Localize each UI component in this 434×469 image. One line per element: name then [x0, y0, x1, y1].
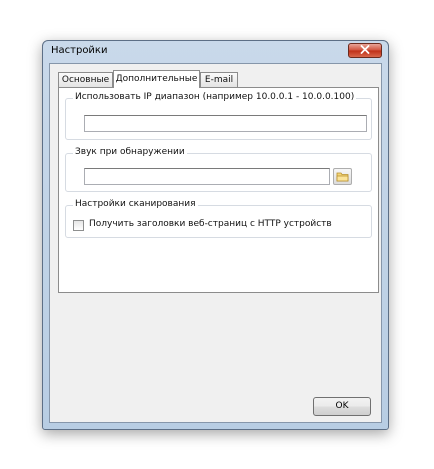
sound-label: Звук при обнаружении: [73, 147, 187, 157]
scan-settings-group: Настройки сканирования Получить заголовк…: [65, 199, 372, 238]
tab-basic[interactable]: Основные: [58, 72, 113, 87]
sound-file-input[interactable]: [84, 168, 330, 185]
sound-group: Звук при обнаружении: [65, 147, 372, 192]
tab-email[interactable]: E-mail: [200, 72, 238, 87]
window-title: Настройки: [51, 45, 108, 56]
advanced-tab-panel: Использовать IP диапазон (например 10.0.…: [58, 87, 379, 293]
ok-button[interactable]: OK: [313, 397, 371, 416]
settings-dialog: Настройки Основные Дополнительные E-mail…: [42, 40, 389, 430]
browse-sound-button[interactable]: [333, 168, 352, 185]
dialog-client-area: Основные Дополнительные E-mail Использов…: [49, 63, 382, 423]
folder-icon: [334, 172, 351, 187]
scan-settings-label: Настройки сканирования: [73, 199, 198, 209]
close-icon: [360, 44, 370, 57]
ip-range-label: Использовать IP диапазон (например 10.0.…: [73, 92, 357, 102]
http-headers-checkbox[interactable]: [73, 220, 84, 231]
tab-advanced[interactable]: Дополнительные: [113, 70, 200, 88]
ip-range-input[interactable]: [84, 115, 367, 132]
ip-range-group: Использовать IP диапазон (например 10.0.…: [65, 92, 372, 140]
close-button[interactable]: [348, 43, 382, 58]
http-headers-label[interactable]: Получить заголовки веб-страниц с HTTP ус…: [89, 219, 332, 229]
title-bar[interactable]: Настройки: [43, 41, 388, 63]
